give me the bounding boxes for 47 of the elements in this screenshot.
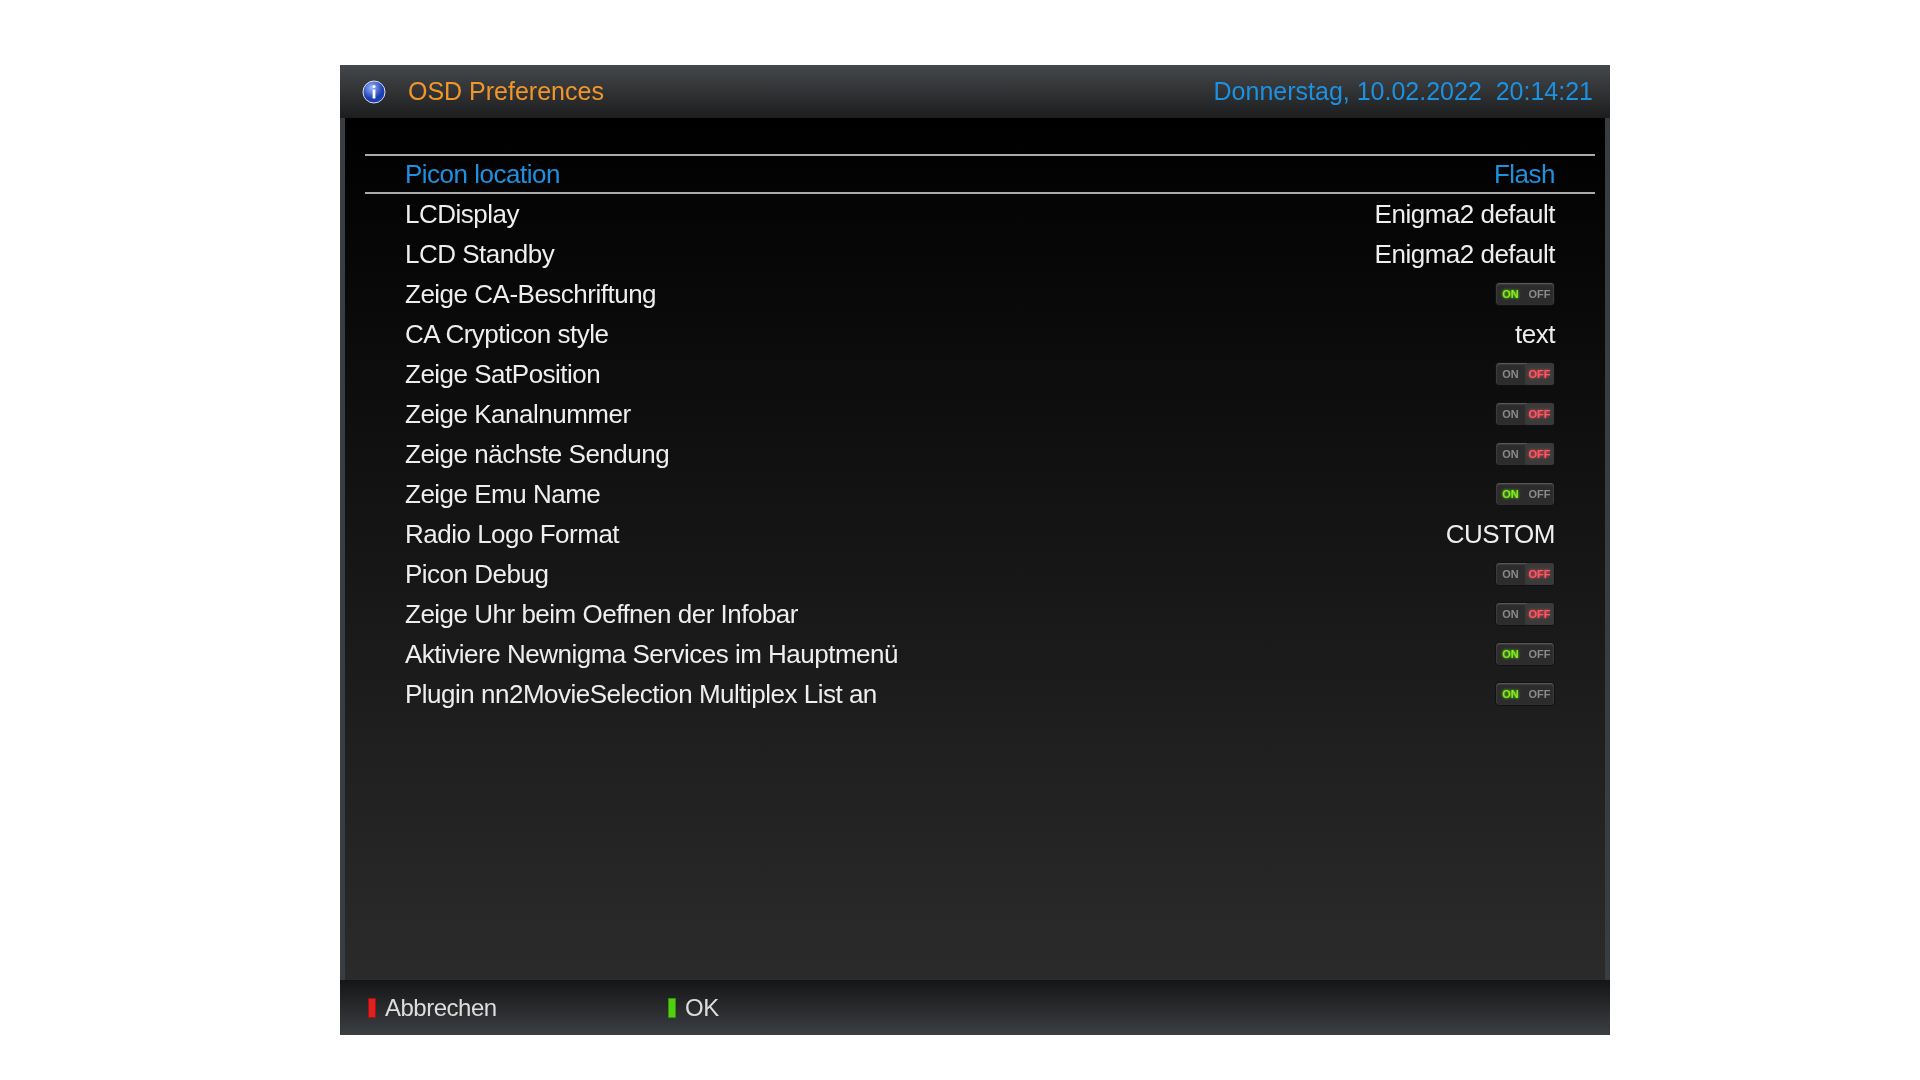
setting-label: LCDisplay	[405, 197, 519, 231]
settings-row[interactable]: Zeige Emu Name ON OFF	[365, 474, 1595, 514]
setting-label: Plugin nn2MovieSelection Multiplex List an	[405, 677, 877, 711]
toggle-switch[interactable]: ON OFF	[1495, 682, 1555, 706]
info-icon	[362, 79, 386, 104]
toggle-switch[interactable]: ON OFF	[1495, 282, 1555, 306]
toggle-switch[interactable]: ON OFF	[1495, 442, 1555, 466]
setting-value: Enigma2 default	[1374, 237, 1555, 271]
footer-action[interactable]: OK	[685, 989, 719, 1026]
footer-action[interactable]: Abbrechen	[385, 989, 497, 1026]
setting-label: CA Crypticon style	[405, 317, 609, 351]
window-title: OSD Preferences	[408, 75, 604, 107]
settings-row[interactable]: Zeige SatPosition ON OFF	[365, 354, 1595, 394]
settings-row[interactable]: Zeige Kanalnummer ON OFF	[365, 394, 1595, 434]
setting-label: Zeige CA-Beschriftung	[405, 277, 657, 311]
settings-row[interactable]: Radio Logo Format CUSTOM	[365, 514, 1595, 554]
settings-row[interactable]: Zeige CA-Beschriftung ON OFF	[365, 274, 1595, 314]
setting-label: Picon Debug	[405, 557, 549, 591]
setting-value: Enigma2 default	[1374, 197, 1555, 231]
settings-row[interactable]: Aktiviere Newnigma Services im Hauptmenü ON OFF	[365, 634, 1595, 674]
toggle-switch[interactable]: ON OFF	[1495, 562, 1555, 586]
date-time: Donnerstag, 10.02.2022 20:14:21	[1213, 75, 1593, 107]
settings-row[interactable]: CA Crypticon style text	[365, 314, 1595, 354]
setting-label: Radio Logo Format	[405, 517, 620, 551]
settings-row[interactable]: Picon Debug ON OFF	[365, 554, 1595, 594]
setting-label: Zeige SatPosition	[405, 357, 601, 391]
toggle-switch[interactable]: ON OFF	[1495, 642, 1555, 666]
toggle-switch[interactable]: ON OFF	[1495, 482, 1555, 506]
settings-row[interactable]: Zeige nächste Sendung ON OFF	[365, 434, 1595, 474]
toggle-switch[interactable]: ON OFF	[1495, 362, 1555, 386]
setting-label: Zeige Kanalnummer	[405, 397, 631, 431]
setting-value: CUSTOM	[1445, 517, 1555, 551]
setting-label: LCD Standby	[405, 237, 555, 271]
setting-label: Zeige Uhr beim Oeffnen der Infobar	[405, 597, 798, 631]
settings-row[interactable]: Picon location Flash	[365, 154, 1595, 194]
settings-row[interactable]: LCD Standby Enigma2 default	[365, 234, 1595, 274]
setting-label: Aktiviere Newnigma Services im Hauptmenü	[405, 637, 898, 671]
settings-row[interactable]: Plugin nn2MovieSelection Multiplex List an ON OFF	[365, 674, 1595, 714]
settings-row[interactable]: Zeige Uhr beim Oeffnen der Infobar ON OFF	[365, 594, 1595, 634]
setting-label: Zeige Emu Name	[405, 477, 601, 511]
toggle-switch[interactable]: ON OFF	[1495, 602, 1555, 626]
setting-label: Zeige nächste Sendung	[405, 437, 670, 471]
settings-row[interactable]: LCDisplay Enigma2 default	[365, 194, 1595, 234]
setting-value: Flash	[1493, 157, 1555, 191]
setting-label: Picon location	[405, 157, 560, 191]
toggle-switch[interactable]: ON OFF	[1495, 402, 1555, 426]
setting-value: text	[1515, 317, 1555, 351]
